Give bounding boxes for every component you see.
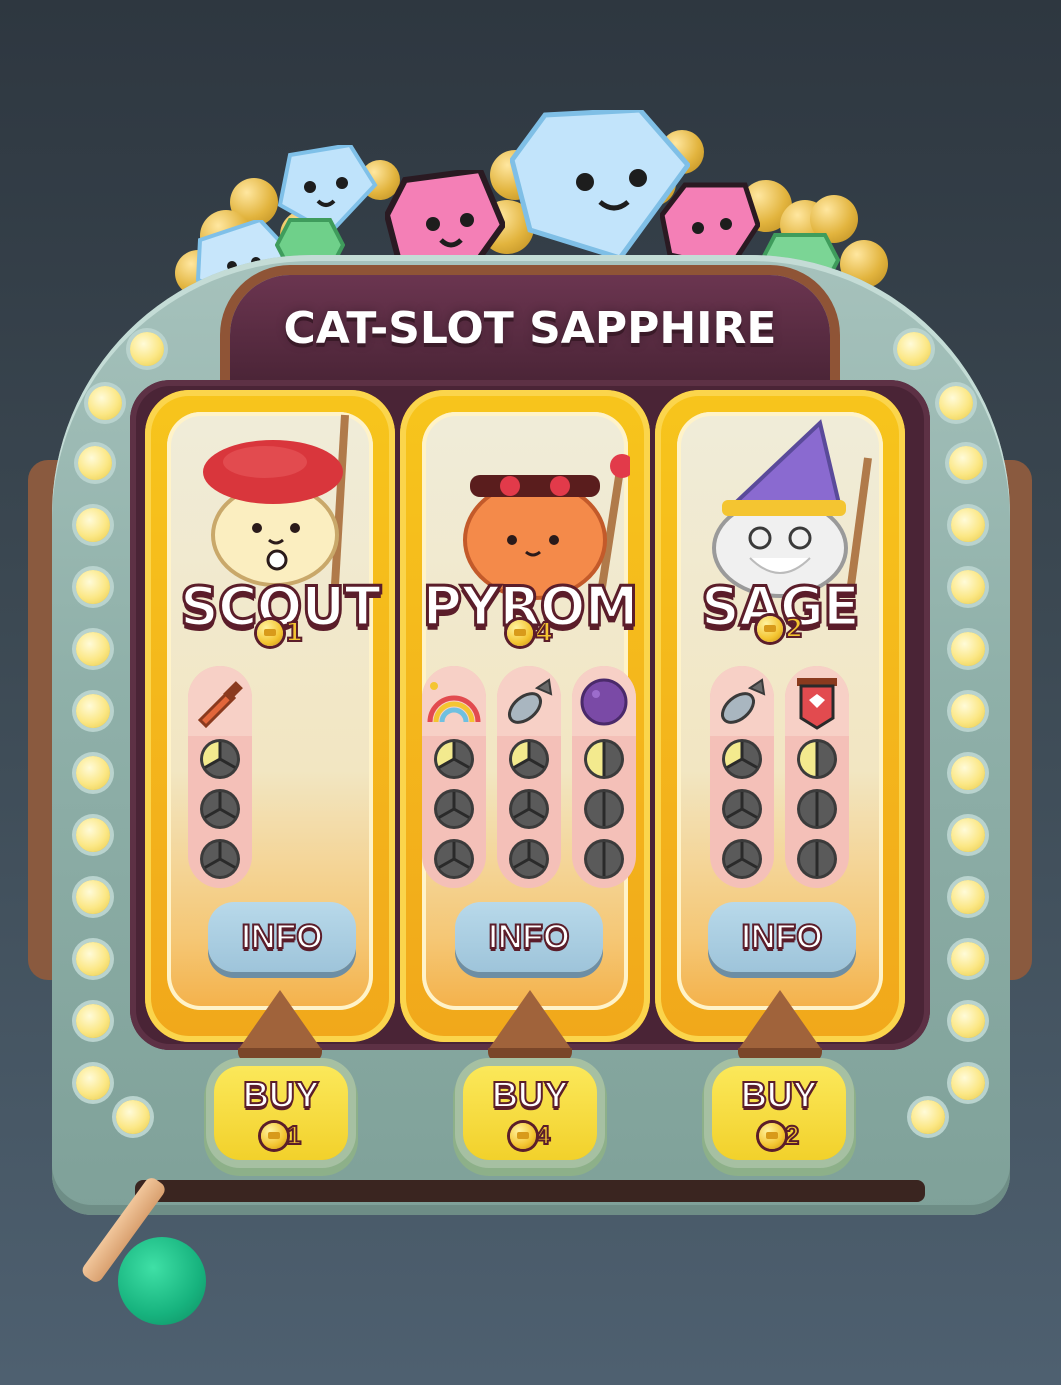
light-bulb xyxy=(951,942,985,976)
buy-label: BUY xyxy=(491,1073,569,1116)
light-bulb xyxy=(78,446,112,480)
buy-cost: 4 xyxy=(463,1119,597,1151)
level-pip-filled xyxy=(725,742,759,776)
light-bulb xyxy=(76,756,110,790)
light-bulb xyxy=(76,942,110,976)
level-pip xyxy=(725,842,759,876)
light-bulb xyxy=(76,880,110,914)
buy-cost-value: 1 xyxy=(286,1119,303,1151)
buy-cost: 1 xyxy=(214,1119,348,1151)
light-bulb xyxy=(951,570,985,604)
level-pip xyxy=(203,792,237,826)
cost-sage: 2 xyxy=(655,613,905,645)
ability-column xyxy=(785,666,849,888)
coin-icon xyxy=(509,1122,536,1149)
sage-cat-portrait xyxy=(712,419,872,598)
buy-button-pyrom[interactable]: BUY 4 xyxy=(463,1066,597,1160)
buy-cost-value: 4 xyxy=(535,1119,552,1151)
light-bulb xyxy=(951,1066,985,1100)
light-bulb xyxy=(951,756,985,790)
cost-scout: 1 xyxy=(155,617,405,649)
light-bulb xyxy=(88,386,122,420)
reel-pointer-icon xyxy=(738,990,822,1050)
level-pip xyxy=(725,792,759,826)
banner-shield-icon xyxy=(797,678,837,730)
scout-cat-portrait xyxy=(203,414,349,587)
level-pip-filled xyxy=(800,742,834,776)
light-bulb xyxy=(951,880,985,914)
level-pip xyxy=(800,792,834,826)
light-bulb xyxy=(116,1100,150,1134)
level-pip-filled xyxy=(437,742,471,776)
light-bulb xyxy=(951,818,985,852)
reel-pointer-base xyxy=(488,1048,572,1062)
cost-pyrom: 4 xyxy=(405,617,655,649)
coin-icon xyxy=(256,620,283,646)
level-pip xyxy=(437,792,471,826)
rainbow-icon xyxy=(427,682,481,723)
light-bulb xyxy=(951,1004,985,1038)
buy-label: BUY xyxy=(740,1073,818,1116)
ability-column xyxy=(188,666,252,888)
light-bulb xyxy=(76,508,110,542)
info-button-scout[interactable]: INFO xyxy=(208,902,356,972)
level-pip-filled xyxy=(203,742,237,776)
cat-cost: 4 xyxy=(534,617,554,649)
light-bulb xyxy=(76,1004,110,1038)
level-pip xyxy=(587,792,621,826)
light-bulb xyxy=(76,570,110,604)
level-pip xyxy=(587,842,621,876)
knife-icon xyxy=(197,681,243,728)
machine-base-slot xyxy=(135,1180,925,1202)
level-pip xyxy=(512,792,546,826)
light-bulb xyxy=(76,694,110,728)
light-bulb xyxy=(951,694,985,728)
level-pip xyxy=(512,842,546,876)
ability-column xyxy=(422,666,486,888)
light-bulb xyxy=(951,508,985,542)
light-bulb xyxy=(76,818,110,852)
level-pip xyxy=(203,842,237,876)
ability-column xyxy=(710,666,774,888)
ability-column xyxy=(497,666,561,888)
light-bulb xyxy=(911,1100,945,1134)
buy-label: BUY xyxy=(242,1073,320,1116)
info-button-sage[interactable]: INFO xyxy=(708,902,856,972)
coin-icon xyxy=(506,620,533,646)
purple-orb-icon xyxy=(580,678,628,726)
light-bulb xyxy=(130,332,164,366)
cat-cost: 2 xyxy=(784,613,804,645)
bomb-icon xyxy=(508,678,553,724)
coin-icon xyxy=(758,1122,785,1149)
level-pip xyxy=(800,842,834,876)
buy-cost: 2 xyxy=(712,1119,846,1151)
lever-knob[interactable] xyxy=(118,1237,206,1325)
buy-button-sage[interactable]: BUY 2 xyxy=(712,1066,846,1160)
reel-pointer-icon xyxy=(488,990,572,1050)
light-bulb xyxy=(949,446,983,480)
info-button-pyrom[interactable]: INFO xyxy=(455,902,603,972)
light-bulb xyxy=(939,386,973,420)
buy-cost-value: 2 xyxy=(784,1119,801,1151)
buy-button-scout[interactable]: BUY 1 xyxy=(214,1066,348,1160)
reel-pointer-icon xyxy=(238,990,322,1050)
coin-icon xyxy=(260,1122,287,1149)
light-bulb xyxy=(76,632,110,666)
ability-column xyxy=(572,666,636,888)
reel-pointer-base xyxy=(738,1048,822,1062)
light-bulb xyxy=(76,1066,110,1100)
bomb-icon xyxy=(721,678,766,724)
reel-pointer-base xyxy=(238,1048,322,1062)
cat-cost: 1 xyxy=(284,617,304,649)
coin-icon xyxy=(756,616,783,642)
light-bulb xyxy=(951,632,985,666)
level-pip xyxy=(437,842,471,876)
light-bulb xyxy=(897,332,931,366)
machine-title: CAT-SLOT SAPPHIRE xyxy=(283,303,777,354)
level-pip-filled xyxy=(512,742,546,776)
level-pip-filled xyxy=(587,742,621,776)
